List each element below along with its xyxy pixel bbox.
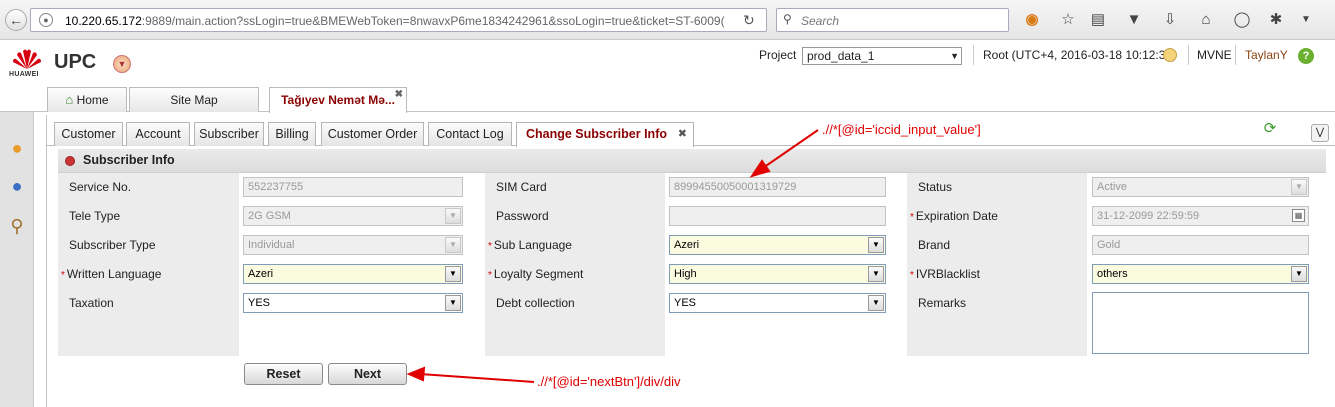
- tab-customer-order[interactable]: Customer Order: [321, 122, 424, 146]
- search-icon: ⚲: [783, 12, 792, 26]
- tab-home[interactable]: ⌂ Home: [47, 87, 127, 112]
- extension-icon[interactable]: ✱: [1266, 10, 1286, 30]
- section-header[interactable]: Subscriber Info: [58, 149, 1326, 173]
- chat-icon[interactable]: ◯: [1232, 10, 1252, 30]
- user-search-icon[interactable]: ⚲: [5, 214, 29, 238]
- loyalty-segment-select[interactable]: High ▼: [669, 264, 886, 284]
- tab-contact-log[interactable]: Contact Log: [428, 122, 512, 146]
- top-tab-bar: ⌂ Home Site Map Tağıyev Nemət Mə... ✖: [0, 87, 1335, 113]
- back-icon[interactable]: ←: [5, 9, 27, 31]
- ivr-blacklist-label: * IVRBlacklist: [910, 267, 980, 281]
- tab-subscriber[interactable]: Subscriber: [194, 122, 264, 146]
- taxation-select[interactable]: YES ▼: [243, 293, 463, 313]
- home-icon: ⌂: [65, 92, 74, 107]
- search-input[interactable]: ⚲ Search: [776, 8, 1009, 32]
- chevron-down-icon: ▼: [868, 237, 884, 253]
- remarks-textarea[interactable]: [1092, 292, 1309, 354]
- search-placeholder: Search: [801, 14, 840, 28]
- written-language-select[interactable]: Azeri ▼: [243, 264, 463, 284]
- sub-language-select[interactable]: Azeri ▼: [669, 235, 886, 255]
- project-label: Project: [759, 48, 797, 62]
- sim-card-label: SIM Card: [496, 180, 547, 194]
- subscriber-type-label: Subscriber Type: [69, 238, 156, 252]
- close-icon[interactable]: ✖: [395, 83, 403, 107]
- service-no-field: 552237755: [243, 177, 463, 197]
- url-path: :9889/main.action?ssLogin=true&BMEWebTok…: [141, 14, 725, 28]
- app-title: UPC: [54, 51, 97, 73]
- subscriber-type-select: Individual ▼: [243, 235, 463, 255]
- sub-language-label: * Sub Language: [488, 238, 572, 252]
- next-button[interactable]: Next: [328, 363, 407, 385]
- debt-collection-label: Debt collection: [496, 296, 575, 310]
- password-label: Password: [496, 209, 549, 223]
- chevron-down-icon: ▼: [445, 208, 461, 224]
- tele-type-select: 2G GSM ▼: [243, 206, 463, 226]
- chevron-down-icon: ▼: [445, 266, 461, 282]
- user-icon[interactable]: ●: [5, 136, 29, 160]
- chevron-down-icon: ▼: [445, 295, 461, 311]
- users-icon[interactable]: ●: [5, 174, 29, 198]
- reset-button[interactable]: Reset: [244, 363, 323, 385]
- realm-label: MVNE: [1197, 48, 1232, 62]
- bookmark-star-icon[interactable]: ☆: [1058, 10, 1078, 30]
- brand-label: Brand: [918, 238, 951, 252]
- chevron-down-icon: ▼: [1291, 266, 1307, 282]
- reload-icon[interactable]: ↻: [743, 12, 755, 29]
- service-no-label: Service No.: [69, 180, 132, 194]
- expiration-date-label: * Expiration Date: [910, 209, 998, 223]
- chevron-down-icon: ▼: [868, 295, 884, 311]
- brand-field: Gold: [1092, 235, 1309, 255]
- left-sidebar: ● ● ⚲: [0, 112, 34, 407]
- project-select[interactable]: prod_data_1 ▼: [802, 47, 962, 65]
- chevron-down-icon: ▼: [1291, 179, 1307, 195]
- url-host: 10.220.65.172: [65, 14, 142, 28]
- tab-change-subscriber-info[interactable]: Change Subscriber Info ✖: [516, 122, 694, 147]
- chevron-down-icon: ▼: [445, 237, 461, 253]
- url-bar[interactable]: ● 10.220.65.172:9889/main.action?ssLogin…: [30, 8, 767, 32]
- remarks-label: Remarks: [918, 296, 967, 310]
- written-language-label: * Written Language: [61, 267, 162, 281]
- clock-icon[interactable]: [1163, 48, 1177, 62]
- reading-list-icon[interactable]: ▤: [1088, 10, 1108, 30]
- iccid-annotation: .//*[@id='iccid_input_value']: [822, 122, 981, 137]
- chevron-down-icon: ▼: [868, 266, 884, 282]
- app-menu-chevron-icon[interactable]: ▼: [113, 55, 131, 73]
- addon-icon[interactable]: ◉: [1022, 10, 1042, 30]
- status-select: Active ▼: [1092, 177, 1309, 197]
- help-icon[interactable]: ?: [1298, 48, 1314, 64]
- debt-collection-select[interactable]: YES ▼: [669, 293, 886, 313]
- menu-chevron-icon[interactable]: ▼: [1296, 10, 1316, 30]
- status-label: Status: [918, 180, 953, 194]
- ivr-blacklist-select[interactable]: others ▼: [1092, 264, 1309, 284]
- taxation-label: Taxation: [69, 296, 114, 310]
- tab-site-map[interactable]: Site Map: [129, 87, 259, 112]
- next-annotation: .//*[@id='nextBtn']/div/div: [537, 374, 681, 389]
- huawei-logo: HUAWEI: [8, 47, 48, 81]
- collapse-icon[interactable]: ⋁: [1311, 124, 1329, 142]
- chevron-down-icon: ▼: [950, 51, 959, 61]
- collapse-toggle-icon[interactable]: [65, 156, 75, 166]
- close-icon[interactable]: ✖: [678, 123, 687, 145]
- password-field: [669, 206, 886, 226]
- loyalty-segment-label: * Loyalty Segment: [488, 267, 584, 281]
- sim-card-field: 89994550050001319729: [669, 177, 886, 197]
- user-info: Root (UTC+4, 2016-03-18 10:12:32): [983, 48, 1177, 62]
- home-icon[interactable]: ⌂: [1196, 10, 1216, 30]
- calendar-icon[interactable]: ▦: [1292, 209, 1305, 222]
- sub-tab-bar: Customer Account Subscriber Billing Cust…: [46, 118, 1335, 147]
- tab-customer[interactable]: Tağıyev Nemət Mə... ✖: [269, 87, 407, 113]
- tab-account[interactable]: Account: [126, 122, 190, 146]
- pocket-icon[interactable]: ▼: [1124, 10, 1144, 30]
- globe-icon: ●: [39, 13, 53, 27]
- refresh-icon[interactable]: ⟳: [1262, 121, 1278, 137]
- browser-toolbar: ← ● 10.220.65.172:9889/main.action?ssLog…: [0, 0, 1335, 40]
- tele-type-label: Tele Type: [69, 209, 121, 223]
- download-icon[interactable]: ⇩: [1160, 10, 1180, 30]
- project-select-value: prod_data_1: [807, 49, 875, 63]
- tab-customer-sub[interactable]: Customer: [54, 122, 123, 146]
- expiration-date-field: 31-12-2099 22:59:59 ▦: [1092, 206, 1309, 226]
- section-title: Subscriber Info: [83, 153, 175, 167]
- tab-billing[interactable]: Billing: [268, 122, 316, 146]
- username-link[interactable]: TaylanY: [1245, 48, 1288, 62]
